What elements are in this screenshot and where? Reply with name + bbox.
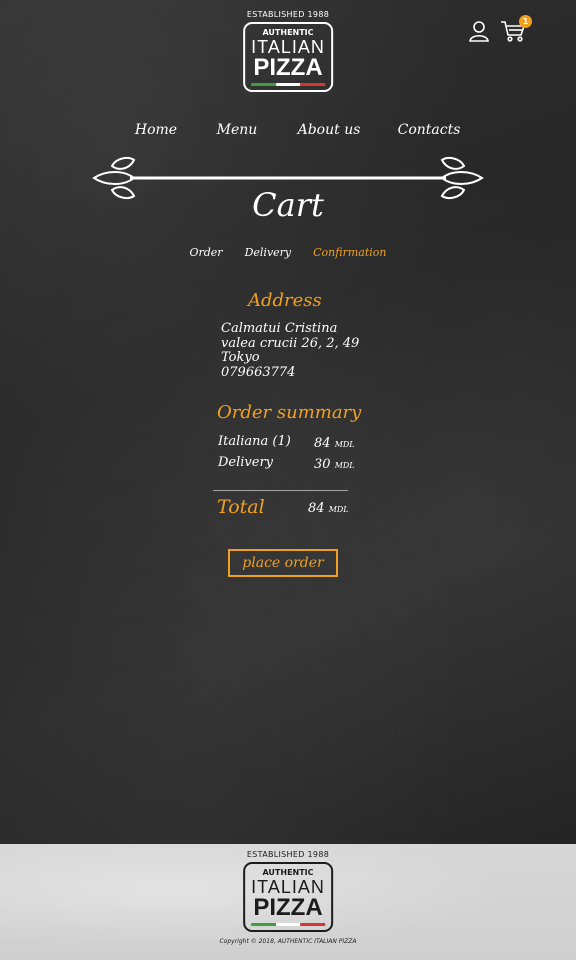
footer-logo-authentic: AUTHENTIC <box>262 868 314 877</box>
user-icon[interactable] <box>468 20 492 44</box>
address-street: valea crucii 26, 2, 49 <box>221 335 360 351</box>
copyright-text: Copyright © 2018, AUTHENTIC ITALIAN PIZZ… <box>219 938 357 945</box>
logo-badge: AUTHENTIC ITALIAN PIZZA <box>243 22 333 92</box>
summary-divider <box>213 490 348 491</box>
nav-menu[interactable]: Menu <box>205 122 269 138</box>
summary-row: Italiana (1) 84 MDL <box>218 434 358 451</box>
step-delivery[interactable]: Delivery <box>245 246 292 259</box>
footer-logo-established: ESTABLISHED 1988 <box>246 850 330 859</box>
header-icons: 1 <box>468 15 532 44</box>
address-phone: 079663774 <box>221 364 296 380</box>
summary-item-label: Italiana (1) <box>218 434 291 449</box>
nav-home[interactable]: Home <box>107 122 205 138</box>
checkout-steps: Order Delivery Confirmation <box>0 246 576 259</box>
summary-item-label: Delivery <box>218 455 274 470</box>
footer-logo-badge: AUTHENTIC ITALIAN PIZZA <box>243 862 333 932</box>
logo-established: ESTABLISHED 1988 <box>246 10 330 19</box>
logo-authentic: AUTHENTIC <box>262 28 314 37</box>
summary-item-price: 84 MDL <box>314 436 355 451</box>
step-confirmation[interactable]: Confirmation <box>313 246 386 259</box>
order-summary-title: Order summary <box>217 402 362 423</box>
summary-row: Delivery 30 MDL <box>218 455 358 472</box>
total-label: Total <box>217 496 265 518</box>
address-city: Tokyo <box>221 350 260 365</box>
page-title: Cart <box>252 186 324 224</box>
address-block: Calmatui Cristina valea crucii 26, 2, 49… <box>221 321 360 380</box>
cart-button[interactable]: 1 <box>500 15 532 44</box>
total-value: 84 MDL <box>308 501 349 516</box>
header-logo[interactable]: ESTABLISHED 1988 AUTHENTIC ITALIAN PIZZA <box>243 10 333 92</box>
cart-count-badge: 1 <box>519 15 532 28</box>
step-order[interactable]: Order <box>189 246 222 259</box>
nav-contacts[interactable]: Contacts <box>389 122 469 138</box>
main-nav: Home Menu About us Contacts <box>0 122 576 138</box>
logo-flag <box>251 83 325 86</box>
footer-logo-pizza: PIZZA <box>253 894 323 921</box>
logo-pizza: PIZZA <box>253 54 323 81</box>
summary-item-price: 30 MDL <box>314 457 355 472</box>
footer-logo[interactable]: ESTABLISHED 1988 AUTHENTIC ITALIAN PIZZA <box>243 850 333 932</box>
address-name: Calmatui Cristina <box>221 321 338 336</box>
address-title: Address <box>248 290 322 311</box>
place-order-button[interactable]: place order <box>228 549 338 577</box>
nav-about-us[interactable]: About us <box>269 122 389 138</box>
footer-logo-flag <box>251 923 325 926</box>
